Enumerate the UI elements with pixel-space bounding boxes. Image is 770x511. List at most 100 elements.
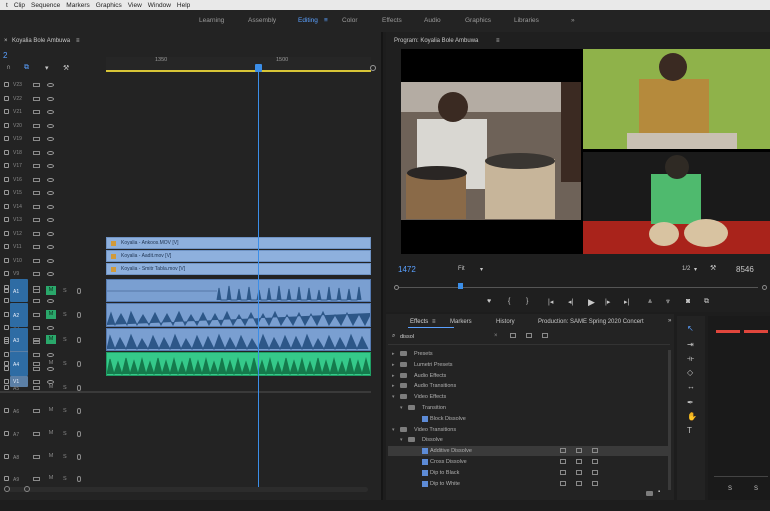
- playhead-timecode[interactable]: 1472: [398, 265, 416, 274]
- hand-tool-icon[interactable]: ✋: [687, 412, 697, 421]
- chevron-down-icon[interactable]: ▾: [400, 405, 403, 411]
- sync-lock-icon[interactable]: [33, 432, 40, 436]
- chevron-right-icon[interactable]: ▸: [392, 362, 395, 368]
- video-track-header[interactable]: V21: [0, 106, 104, 118]
- lock-icon[interactable]: [4, 149, 9, 155]
- playhead-handle[interactable]: [255, 64, 262, 72]
- tab-effects[interactable]: Effects: [382, 17, 402, 24]
- audio-track-header[interactable]: A3 M S: [0, 328, 104, 351]
- chevron-down-icon[interactable]: ▾: [694, 266, 697, 273]
- microphone-icon[interactable]: [77, 408, 81, 414]
- lock-icon[interactable]: [4, 122, 9, 128]
- menu-markers[interactable]: Markers: [66, 2, 89, 9]
- scroll-handle[interactable]: [24, 486, 30, 492]
- timeline-tab[interactable]: Koyalia Bole Ambuwa: [12, 38, 70, 44]
- sync-lock-icon[interactable]: [33, 137, 40, 141]
- video-track-header[interactable]: V22: [0, 93, 104, 105]
- horizontal-scrollbar[interactable]: [8, 487, 368, 492]
- mute-button[interactable]: M: [46, 383, 56, 392]
- clip-video-ankoos[interactable]: Koyalia - Ankoos.MOV [V]: [106, 237, 371, 249]
- sync-lock-icon[interactable]: [33, 96, 40, 101]
- more-workspaces-icon[interactable]: »: [571, 17, 575, 24]
- lock-icon[interactable]: [4, 176, 9, 182]
- effects-folder[interactable]: ▾ Video Transitions: [388, 425, 668, 435]
- solo-button[interactable]: S: [63, 454, 67, 460]
- timeline-timecode[interactable]: 2: [3, 51, 7, 60]
- effects-folder[interactable]: ▸ Presets: [388, 349, 668, 359]
- menu-item[interactable]: t: [6, 2, 8, 9]
- tab-editing[interactable]: Editing: [298, 17, 318, 24]
- hamburger-icon[interactable]: ≡: [324, 17, 328, 24]
- yuv-effects-icon[interactable]: [542, 333, 548, 338]
- mute-button[interactable]: M: [46, 310, 56, 319]
- solo-button[interactable]: S: [63, 361, 67, 367]
- eye-icon[interactable]: [47, 164, 54, 168]
- menu-clip[interactable]: Clip: [14, 2, 25, 9]
- tab-history[interactable]: History: [496, 319, 515, 325]
- lock-icon[interactable]: [4, 109, 9, 114]
- mini-timeline[interactable]: [398, 287, 758, 288]
- sync-lock-icon[interactable]: [33, 289, 40, 293]
- mute-button[interactable]: M: [46, 452, 56, 461]
- chevron-right-icon[interactable]: ▸: [392, 351, 395, 357]
- sync-lock-icon[interactable]: [33, 150, 40, 155]
- lock-icon[interactable]: [4, 95, 9, 101]
- microphone-icon[interactable]: [77, 337, 81, 343]
- video-track-header[interactable]: V11: [0, 241, 104, 253]
- snap-icon[interactable]: ∩: [6, 64, 11, 71]
- chevron-down-icon[interactable]: ▾: [392, 394, 395, 400]
- tab-color[interactable]: Color: [342, 17, 358, 24]
- tab-audio[interactable]: Audio: [424, 17, 441, 24]
- video-track-header[interactable]: V14: [0, 201, 104, 213]
- sync-lock-icon[interactable]: [33, 386, 40, 390]
- effect-item[interactable]: Dip to White: [388, 479, 668, 489]
- effects-folder[interactable]: ▸ Audio Effects: [388, 371, 668, 381]
- tab-markers[interactable]: Markers: [450, 319, 472, 325]
- tab-effects-panel[interactable]: Effects: [410, 319, 428, 325]
- eye-icon[interactable]: [47, 177, 54, 182]
- marker-icon[interactable]: ▾: [45, 64, 49, 72]
- lock-icon[interactable]: [4, 203, 9, 209]
- clip-audio-a3[interactable]: [106, 328, 371, 351]
- mute-button[interactable]: M: [46, 335, 56, 344]
- lock-icon[interactable]: [4, 454, 9, 459]
- sync-lock-icon[interactable]: [33, 362, 40, 366]
- audio-track-header[interactable]: A6 M S: [0, 401, 104, 421]
- panel-menu-icon[interactable]: ≡: [496, 38, 500, 44]
- solo-button[interactable]: S: [63, 288, 67, 294]
- tab-learning[interactable]: Learning: [199, 17, 224, 24]
- sync-lock-icon[interactable]: [33, 245, 40, 249]
- program-title[interactable]: Program: Koyalia Bole Ambuwa: [394, 38, 478, 44]
- lift-icon[interactable]: ⩓: [648, 298, 652, 306]
- sync-lock-icon[interactable]: [33, 231, 40, 236]
- sync-lock-icon[interactable]: [33, 455, 40, 459]
- solo-button[interactable]: S: [63, 385, 67, 391]
- effects-folder[interactable]: ▾ Video Effects: [388, 392, 668, 402]
- video-track-header[interactable]: V12: [0, 228, 104, 240]
- lock-icon[interactable]: [4, 408, 9, 413]
- sync-lock-icon[interactable]: [33, 177, 40, 182]
- video-track-header[interactable]: V13: [0, 214, 104, 226]
- sync-lock-icon[interactable]: [33, 338, 40, 342]
- chevron-down-icon[interactable]: ▾: [392, 427, 395, 433]
- microphone-icon[interactable]: [77, 431, 81, 437]
- chevron-down-icon[interactable]: ▾: [480, 266, 483, 273]
- sync-lock-icon[interactable]: [33, 123, 40, 128]
- sync-lock-icon[interactable]: [33, 477, 40, 481]
- eye-icon[interactable]: [47, 218, 54, 222]
- add-marker-icon[interactable]: ♥: [487, 298, 491, 305]
- slip-tool-icon[interactable]: ↔: [687, 382, 695, 391]
- audio-track-header[interactable]: A4 M S: [0, 352, 104, 376]
- clip-video-smitr[interactable]: Koyalia - Smitr Tabla.mov [V]: [106, 263, 371, 275]
- sync-lock-icon[interactable]: [33, 164, 40, 168]
- eye-icon[interactable]: [47, 123, 54, 128]
- eye-icon[interactable]: [47, 110, 54, 114]
- menu-graphics[interactable]: Graphics: [96, 2, 122, 9]
- sync-lock-icon[interactable]: [33, 313, 40, 317]
- lock-icon[interactable]: [4, 190, 9, 195]
- sync-lock-icon[interactable]: [33, 191, 40, 195]
- audio-track-header[interactable]: A2 M S: [0, 303, 104, 327]
- step-forward-icon[interactable]: |▸: [605, 298, 610, 306]
- eye-icon[interactable]: [47, 191, 54, 195]
- microphone-icon[interactable]: [77, 312, 81, 318]
